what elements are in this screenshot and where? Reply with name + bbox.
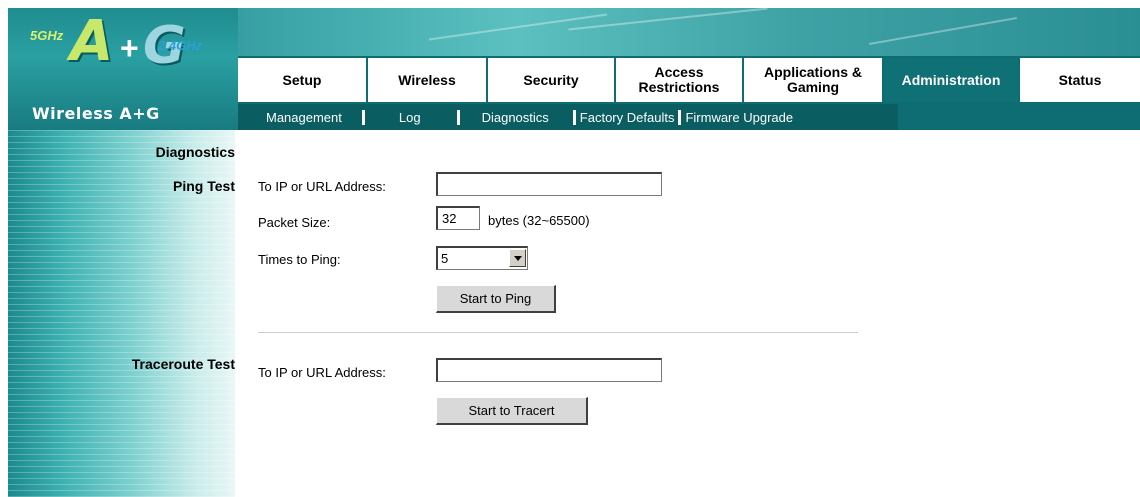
logo-letter-a: A	[70, 9, 114, 74]
sidebar-stripe	[8, 142, 235, 143]
subnav-separator	[361, 109, 365, 125]
sidebar-stripe	[8, 130, 235, 131]
sidebar-stripe	[8, 442, 235, 443]
sidebar-stripe	[8, 298, 235, 299]
sidebar-stripe	[8, 448, 235, 449]
sidebar-stripe	[8, 376, 235, 377]
sidebar-stripe	[8, 490, 235, 491]
sidebar-stripe	[8, 406, 235, 407]
sidebar-stripe	[8, 172, 235, 173]
sidebar-stripe	[8, 466, 235, 467]
sidebar-stripe	[8, 322, 235, 323]
logo-product-name: Wireless A+G	[32, 104, 160, 123]
tab-security[interactable]: Security	[488, 58, 616, 102]
tab-wireless[interactable]: Wireless	[368, 58, 488, 102]
sidebar-stripe	[8, 286, 235, 287]
subnav-factory-defaults[interactable]: Factory Defaults	[580, 110, 675, 125]
sidebar-stripe	[8, 202, 235, 203]
tab-administration[interactable]: Administration	[884, 58, 1020, 102]
sidebar-stripe	[8, 412, 235, 413]
sidebar-stripe	[8, 232, 235, 233]
sidebar-stripe	[8, 160, 235, 161]
sidebar-stripe	[8, 166, 235, 167]
sidebar-stripe	[8, 328, 235, 329]
subnav-separator	[678, 109, 682, 125]
tab-status[interactable]: Status	[1020, 58, 1140, 102]
sidebar-stripe	[8, 436, 235, 437]
section-divider	[258, 332, 858, 333]
sidebar-stripe	[8, 430, 235, 431]
sidebar-stripe	[8, 226, 235, 227]
sidebar-stripe	[8, 334, 235, 335]
tab-applications-gaming[interactable]: Applications & Gaming	[744, 58, 884, 102]
logo-plus: +	[120, 30, 139, 66]
brand-logo: 5GHz A + G 2.4GHz Wireless A+G	[8, 8, 238, 130]
logo-5ghz-label: 5GHz	[30, 28, 64, 43]
tab-setup[interactable]: Setup	[238, 58, 368, 102]
section-title: Diagnostics	[155, 144, 235, 160]
start-ping-button[interactable]: Start to Ping	[436, 285, 556, 313]
sidebar-stripe	[8, 478, 235, 479]
subnav-separator	[572, 109, 576, 125]
traceroute-test-heading: Traceroute Test	[131, 356, 235, 372]
ping-address-input[interactable]	[436, 172, 662, 196]
subnav-firmware-upgrade[interactable]: Firmware Upgrade	[685, 110, 793, 125]
sidebar-stripe	[8, 454, 235, 455]
sidebar-stripe	[8, 238, 235, 239]
subnav-diagnostics[interactable]: Diagnostics	[482, 110, 549, 125]
start-tracert-button[interactable]: Start to Tracert	[436, 397, 588, 425]
packet-size-input[interactable]	[436, 206, 480, 230]
subnav-separator	[456, 109, 460, 125]
sidebar-stripe	[8, 280, 235, 281]
tab-access-restrictions[interactable]: Access Restrictions	[616, 58, 744, 102]
packet-size-label: Packet Size:	[258, 215, 331, 230]
sidebar-stripe	[8, 136, 235, 137]
sidebar-stripe	[8, 388, 235, 389]
sidebar-stripe	[8, 250, 235, 251]
sidebar-stripe	[8, 460, 235, 461]
subnav-management[interactable]: Management	[266, 110, 342, 125]
sidebar-stripe	[8, 304, 235, 305]
sidebar-stripe	[8, 214, 235, 215]
sidebar-stripe	[8, 274, 235, 275]
sidebar-stripe	[8, 418, 235, 419]
ping-address-label: To IP or URL Address:	[258, 179, 386, 194]
sidebar-stripe	[8, 352, 235, 353]
sidebar-stripe	[8, 256, 235, 257]
times-to-ping-label: Times to Ping:	[258, 252, 341, 267]
ping-test-heading: Ping Test	[173, 178, 235, 194]
packet-size-hint: bytes (32~65500)	[488, 213, 590, 228]
header-banner: 5GHz A + G 2.4GHz Wireless A+G Setup Wir…	[8, 8, 1140, 130]
subnav-log[interactable]: Log	[399, 110, 421, 125]
sidebar-stripe	[8, 424, 235, 425]
sidebar-stripe	[8, 400, 235, 401]
sidebar-stripe	[8, 220, 235, 221]
sidebar-stripe	[8, 472, 235, 473]
main-tabs: Setup Wireless Security Access Restricti…	[238, 58, 1140, 102]
sidebar-stripe	[8, 310, 235, 311]
sidebar-stripe	[8, 268, 235, 269]
sub-nav: Management Log Diagnostics Factory Defau…	[238, 104, 898, 130]
sidebar-stripe	[8, 244, 235, 245]
sidebar-stripe	[8, 208, 235, 209]
left-sidebar: Diagnostics Ping Test Traceroute Test	[8, 130, 235, 497]
sidebar-stripe	[8, 346, 235, 347]
traceroute-address-label: To IP or URL Address:	[258, 365, 386, 380]
sidebar-stripe	[8, 394, 235, 395]
times-to-ping-select[interactable]: 5	[436, 246, 528, 270]
sidebar-stripe	[8, 292, 235, 293]
sidebar-stripe	[8, 340, 235, 341]
traceroute-address-input[interactable]	[436, 358, 662, 382]
sidebar-stripe	[8, 484, 235, 485]
times-to-ping-value: 5	[441, 251, 449, 266]
sidebar-stripe	[8, 316, 235, 317]
sidebar-stripe	[8, 382, 235, 383]
logo-24ghz-label: 2.4GHz	[158, 38, 203, 53]
sidebar-stripe	[8, 196, 235, 197]
sidebar-stripe	[8, 262, 235, 263]
chevron-down-icon[interactable]	[509, 249, 526, 267]
